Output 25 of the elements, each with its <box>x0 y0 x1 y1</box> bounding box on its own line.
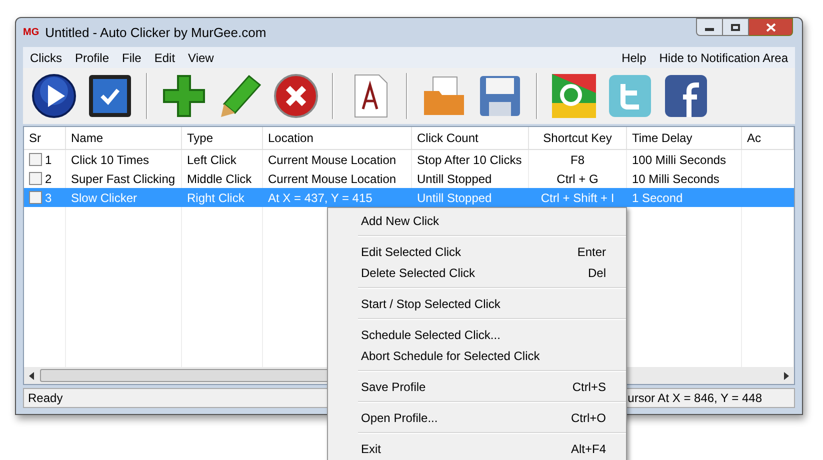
table-cell-text: Click 10 Times <box>71 152 150 168</box>
table-cell-text: At X = 437, Y = 415 <box>268 190 372 206</box>
status-text: Ready <box>28 390 63 407</box>
table-cell-text: Right Click <box>187 190 244 206</box>
table-cell-text: Left Click <box>187 152 236 168</box>
table-cell-text: F8 <box>570 152 584 168</box>
table-cell-text: 3 <box>45 190 52 206</box>
table-cell-text: Slow Clicker <box>71 190 138 206</box>
table-cell-text: 2 <box>45 170 52 188</box>
app-logo: MG <box>23 28 40 38</box>
table-cell-text: Stop After 10 Clicks <box>417 152 522 168</box>
table-cell-text: Untill Stopped <box>417 190 492 206</box>
table-cell-text: Middle Click <box>187 170 252 188</box>
window-title: Untitled - Auto Clicker by MurGee.com <box>45 24 266 42</box>
table-cell-text: 100 Milli Seconds <box>632 152 726 168</box>
table-cell-text: Untill Stopped <box>417 170 492 188</box>
table-cell-text: 1 <box>45 152 52 168</box>
table-cell-text: 1 Second <box>632 190 683 206</box>
table-cell-text: Ctrl + G <box>556 170 598 188</box>
cursor-position: ursor At X = 846, Y = 448 <box>628 390 762 407</box>
table-cell-text: 10 Milli Seconds <box>632 170 720 188</box>
table-cell-text: Ctrl + Shift + I <box>540 190 614 206</box>
table-cell-text: Super Fast Clicking <box>71 170 176 188</box>
table-cell-text: Current Mouse Location <box>268 152 396 168</box>
table-cell-text: Current Mouse Location <box>268 170 396 188</box>
